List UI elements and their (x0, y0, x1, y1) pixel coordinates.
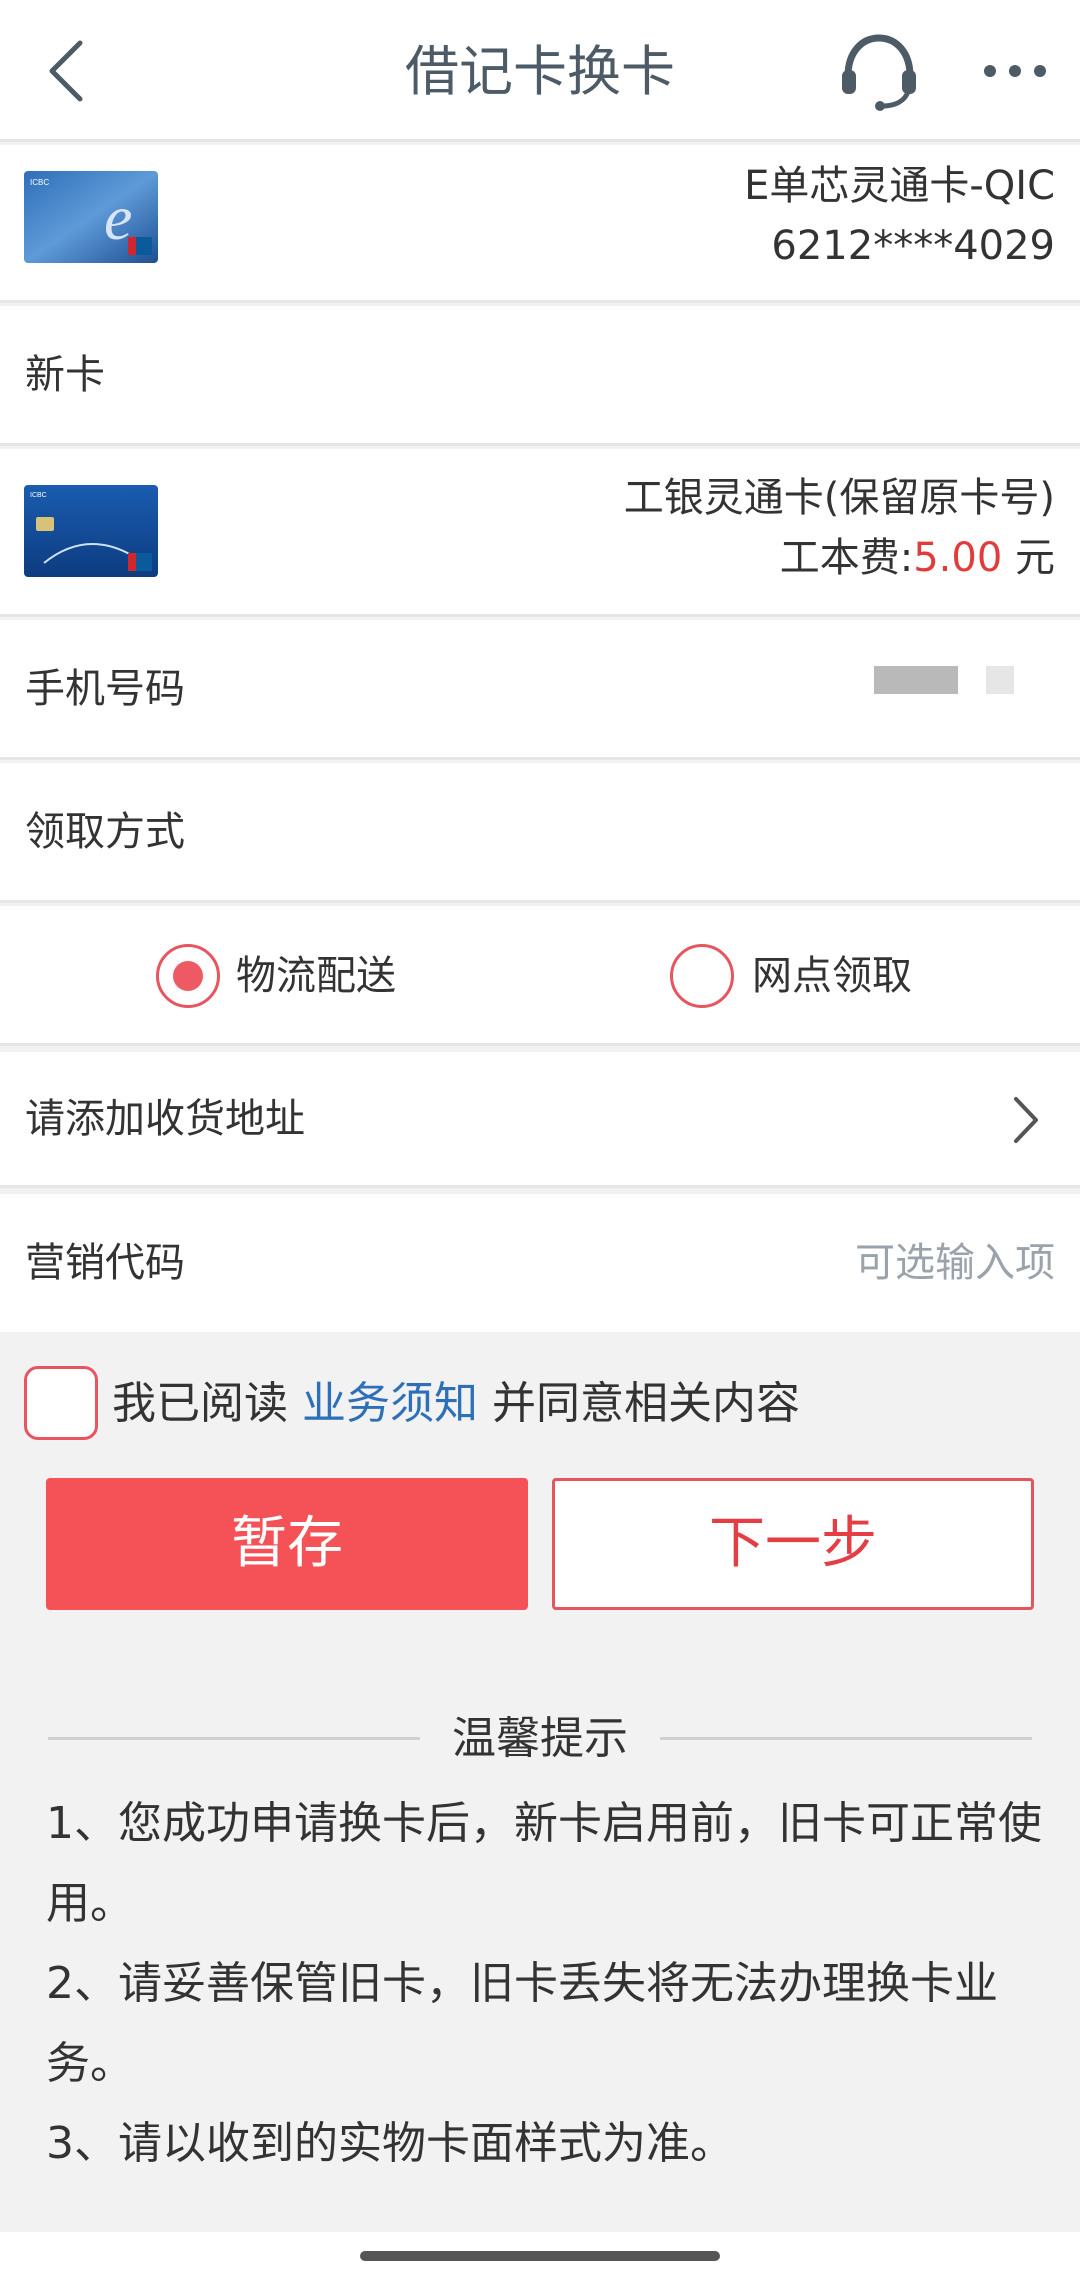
agreement-suffix: 并同意相关内容 (478, 1378, 800, 1429)
business-notice-link[interactable]: 业务须知 (302, 1378, 478, 1429)
radio-branch-pickup[interactable] (670, 944, 734, 1008)
marketing-code-label: 营销代码 (25, 1240, 185, 1286)
new-card-header-row: 新卡 (0, 306, 1080, 446)
next-step-button[interactable]: 下一步 (552, 1478, 1034, 1610)
fee-unit: 元 (1002, 535, 1055, 581)
svg-text:ICBC: ICBC (30, 492, 47, 499)
tip-item-3: 3、请以收到的实物卡面样式为准。 (46, 2118, 734, 2169)
radio-logistics-label[interactable]: 物流配送 (236, 951, 396, 1001)
new-card-row[interactable]: ICBC 工银灵通卡(保留原卡号) 工本费:5.00 元 (0, 449, 1080, 617)
radio-logistics[interactable] (156, 944, 220, 1008)
delivery-method-label: 领取方式 (25, 809, 185, 855)
new-card-label: 新卡 (25, 352, 105, 398)
tips-title: 温馨提示 (0, 1712, 1080, 1766)
radio-branch-pickup-label[interactable]: 网点领取 (752, 951, 912, 1001)
tip-item-2: 2、请妥善保管旧卡，旧卡丢失将无法办理换卡业务。 (46, 1958, 998, 2089)
marketing-code-row: 营销代码 可选输入项 (0, 1194, 1080, 1332)
save-draft-button[interactable]: 暂存 (46, 1478, 528, 1610)
marketing-code-input[interactable]: 可选输入项 (855, 1238, 1055, 1288)
svg-text:ICBC: ICBC (30, 178, 49, 187)
address-row[interactable]: 请添加收货地址 (0, 1052, 1080, 1188)
old-card-name: E单芯灵通卡-QIC (744, 163, 1055, 209)
agreement-prefix: 我已阅读 (112, 1378, 302, 1429)
fee-label: 工本费: (779, 535, 914, 581)
old-card-image: ICBC e (24, 171, 158, 263)
phone-value-masked (874, 666, 958, 694)
new-card-fee: 工本费:5.00 元 (780, 533, 1055, 583)
headset-icon[interactable] (838, 30, 920, 112)
tip-item-1: 1、您成功申请换卡后，新卡启用前，旧卡可正常使用。 (46, 1798, 1042, 1929)
address-label: 请添加收货地址 (25, 1096, 305, 1142)
delivery-options-row: 物流配送 网点领取 (0, 906, 1080, 1046)
more-dots-icon[interactable] (980, 58, 1050, 84)
agreement-text: 我已阅读 业务须知 并同意相关内容 (112, 1376, 800, 1432)
phone-row[interactable]: 手机号码 (0, 620, 1080, 760)
new-card-image: ICBC (24, 485, 158, 577)
old-card-row: ICBC e E单芯灵通卡-QIC 6212****4029 (0, 145, 1080, 303)
old-card-number: 6212****4029 (771, 223, 1055, 269)
fee-value: 5.00 (913, 535, 1003, 581)
chevron-right-icon (1014, 1097, 1038, 1143)
app-header: 借记卡换卡 (0, 0, 1080, 142)
new-card-name: 工银灵通卡(保留原卡号) (623, 475, 1055, 521)
phone-value-masked-2 (986, 666, 1014, 694)
phone-label: 手机号码 (25, 666, 185, 712)
agreement-checkbox[interactable] (24, 1366, 98, 1440)
home-indicator[interactable] (360, 2251, 720, 2261)
delivery-method-row: 领取方式 (0, 763, 1080, 903)
